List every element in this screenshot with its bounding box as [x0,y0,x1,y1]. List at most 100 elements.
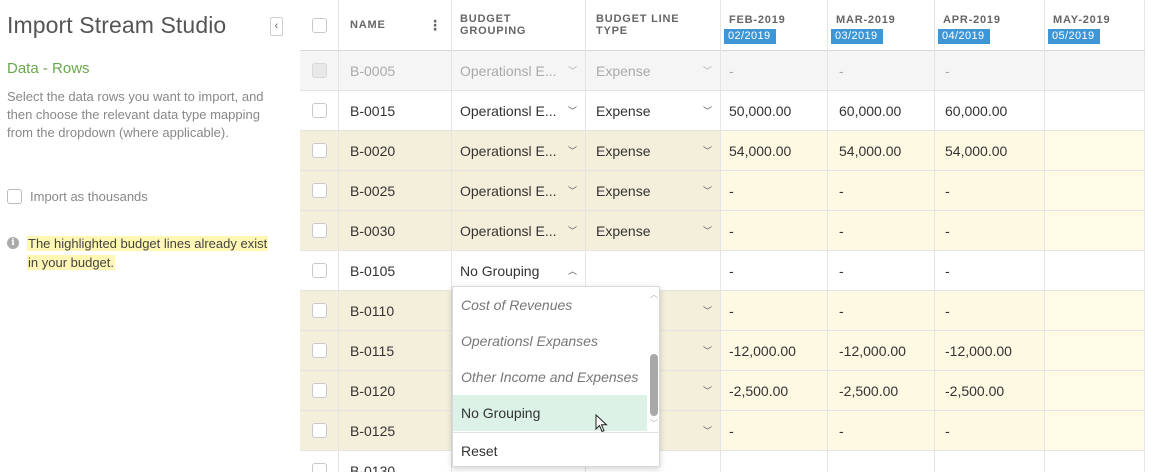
apr-cell-value: - [945,182,950,199]
mar-cell: -2,500.00 [828,371,935,411]
grouping-cell[interactable]: Operationsl E... ﹀ [452,51,586,91]
chevron-down-icon[interactable]: ﹀ [703,144,712,157]
chevron-down-icon[interactable]: ﹀ [703,104,712,117]
collapse-panel-button[interactable]: ‹ [270,17,283,36]
name-cell-value: B-0025 [350,182,396,199]
mouse-pointer-icon [595,414,608,433]
row-select-cell[interactable] [300,171,339,211]
chevron-down-icon[interactable]: ﹀ [568,144,577,157]
row-select-cell[interactable] [300,451,339,472]
select-all-checkbox[interactable] [311,17,327,33]
table-row[interactable]: B-0115 ﹀ -12,000.00 -12,000.00 -12,000.00 [300,331,1145,371]
header-month-mar[interactable]: MAR-2019 03/2019 [828,0,935,51]
header-budget-grouping[interactable]: BUDGET GROUPING [452,0,586,51]
chevron-down-icon[interactable]: ﹀ [568,64,577,77]
scroll-down-icon[interactable]: ﹀ [650,418,658,429]
name-cell: B-0030 [339,211,452,251]
name-cell: B-0110 [339,291,452,331]
table-row[interactable]: B-0110 ﹀ - - - [300,291,1145,331]
table-row[interactable]: B-0020 Operationsl E... ﹀ Expense ﹀ 54,000.00… [300,131,1145,171]
name-cell: B-0130 [339,451,452,472]
import-thousands-checkbox[interactable] [7,189,22,204]
chevron-down-icon[interactable]: ﹀ [703,304,712,317]
table-row[interactable]: B-0125 ﹀ - - - [300,411,1145,451]
dropdown-reset-option[interactable]: Reset [453,432,660,468]
row-select-cell[interactable] [300,251,339,291]
header-budget-line-type[interactable]: BUDGET LINE TYPE [586,0,721,51]
row-select-cell[interactable] [300,91,339,131]
budget-grouping-dropdown[interactable]: Cost of Revenues Operationsl Expanses Othe… [452,286,660,467]
chevron-down-icon[interactable]: ﹀ [568,104,577,117]
grouping-cell[interactable]: Operationsl E... ﹀ [452,91,586,131]
row-checkbox[interactable] [311,263,327,278]
chevron-down-icon[interactable]: ﹀ [568,224,577,237]
apr-cell-value: - [945,262,950,279]
row-checkbox[interactable] [311,343,327,358]
grouping-cell-value: Operationsl E... [460,222,557,239]
row-select-cell[interactable] [300,411,339,451]
line-type-cell[interactable] [586,251,721,291]
row-checkbox[interactable] [311,303,327,318]
header-name[interactable]: NAME ⋮ [339,0,452,51]
import-thousands-option[interactable]: Import as thousands [7,189,148,204]
mar-cell-value: - [839,422,844,439]
header-month-may[interactable]: MAY-2019 05/2019 [1045,0,1145,51]
chevron-down-icon[interactable]: ﹀ [703,64,712,77]
line-type-cell[interactable]: Expense ﹀ [586,171,721,211]
scroll-up-icon[interactable]: ︿ [650,289,658,300]
apr-cell: -12,000.00 [935,331,1045,371]
feb-cell: 54,000.00 [721,131,828,171]
dropdown-scrollbar[interactable]: ︿ ﹀ [648,287,660,430]
row-select-cell[interactable] [300,51,339,91]
row-checkbox[interactable] [311,423,327,438]
chevron-down-icon[interactable]: ﹀ [703,224,712,237]
row-checkbox[interactable] [311,103,327,118]
grouping-cell[interactable]: Operationsl E... ﹀ [452,131,586,171]
chevron-down-icon[interactable]: ﹀ [703,384,712,397]
dropdown-option[interactable]: Operationsl Expanses [453,323,647,359]
row-select-cell[interactable] [300,131,339,171]
header-month-apr[interactable]: APR-2019 04/2019 [935,0,1045,51]
column-menu-icon[interactable]: ⋮ [428,17,442,34]
grouping-cell-value: No Grouping [460,262,540,279]
chevron-down-icon[interactable]: ﹀ [703,184,712,197]
header-month-feb[interactable]: FEB-2019 02/2019 [721,0,828,51]
table-row[interactable]: B-0130 [300,451,1145,472]
row-select-cell[interactable] [300,371,339,411]
table-row[interactable]: B-0025 Operationsl E... ﹀ Expense ﹀ - - - [300,171,1145,211]
header-select-cell [300,0,339,51]
row-checkbox[interactable] [311,463,327,472]
row-checkbox[interactable] [311,383,327,398]
apr-cell-value: 54,000.00 [945,142,1008,159]
table-row[interactable]: B-0030 Operationsl E... ﹀ Expense ﹀ - - - [300,211,1145,251]
chevron-down-icon[interactable]: ﹀ [568,184,577,197]
row-checkbox[interactable] [311,183,327,198]
row-select-cell[interactable] [300,211,339,251]
table-row[interactable]: B-0120 ﹀ -2,500.00 -2,500.00 -2,500.00 [300,371,1145,411]
apr-cell [935,451,1045,472]
row-select-cell[interactable] [300,291,339,331]
chevron-down-icon[interactable]: ﹀ [703,344,712,357]
info-note-text: The highlighted budget lines already exi… [27,236,269,270]
grouping-cell[interactable]: Operationsl E... ﹀ [452,171,586,211]
scroll-thumb[interactable] [650,354,658,416]
chevron-up-icon[interactable]: ︿ [568,264,577,277]
row-checkbox[interactable] [311,223,327,238]
row-select-cell[interactable] [300,331,339,371]
table-row[interactable]: B-0015 Operationsl E... ﹀ Expense ﹀ 50,000.00… [300,91,1145,131]
dropdown-option[interactable]: Cost of Revenues [453,287,647,323]
grouping-cell[interactable]: Operationsl E... ﹀ [452,211,586,251]
line-type-cell[interactable]: Expense ﹀ [586,211,721,251]
table-row[interactable]: B-0105 No Grouping ︿ - - - [300,251,1145,291]
dropdown-option[interactable]: Other Income and Expenses [453,359,647,395]
table-row[interactable]: B-0005 Operationsl E... ﹀ Expense ﹀ - - - [300,51,1145,91]
grouping-cell[interactable]: No Grouping ︿ [452,251,586,291]
dropdown-option[interactable]: No Grouping [453,395,647,431]
line-type-cell[interactable]: Expense ﹀ [586,51,721,91]
line-type-cell[interactable]: Expense ﹀ [586,91,721,131]
import-thousands-label[interactable]: Import as thousands [30,189,148,204]
name-cell-value: B-0130 [350,462,396,472]
row-checkbox[interactable] [311,143,327,158]
chevron-down-icon[interactable]: ﹀ [703,424,712,437]
line-type-cell[interactable]: Expense ﹀ [586,131,721,171]
